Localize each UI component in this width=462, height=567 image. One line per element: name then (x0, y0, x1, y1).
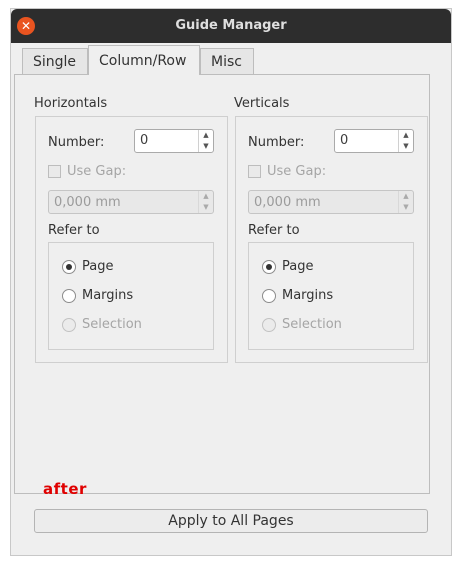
after-annotation: after (43, 480, 87, 498)
spin-arrows[interactable]: ▲ ▼ (398, 191, 413, 213)
horizontals-gap-input[interactable]: 0,000 mm ▲ ▼ (48, 190, 214, 214)
verticals-number-value: 0 (340, 133, 349, 148)
spin-arrows[interactable]: ▲ ▼ (198, 130, 213, 152)
verticals-margins-radio[interactable] (262, 289, 276, 303)
verticals-refer-to-label: Refer to (248, 223, 300, 238)
horizontals-number-label: Number: (48, 135, 105, 150)
chevron-up-icon[interactable]: ▲ (399, 191, 413, 202)
horizontals-selection-radio[interactable] (62, 318, 76, 332)
verticals-use-gap-label: Use Gap: (267, 164, 327, 179)
chevron-down-icon[interactable]: ▼ (199, 202, 213, 213)
horizontals-selection-label: Selection (82, 317, 142, 332)
horizontals-number-value: 0 (140, 133, 149, 148)
chevron-up-icon[interactable]: ▲ (199, 130, 213, 141)
verticals-selection-label: Selection (282, 317, 342, 332)
horizontals-page-label: Page (82, 259, 114, 274)
chevron-down-icon[interactable]: ▼ (199, 141, 213, 152)
horizontals-gap-value: 0,000 mm (54, 195, 121, 210)
horizontals-use-gap-label: Use Gap: (67, 164, 127, 179)
chevron-up-icon[interactable]: ▲ (399, 130, 413, 141)
chevron-down-icon[interactable]: ▼ (399, 202, 413, 213)
chevron-down-icon[interactable]: ▼ (399, 141, 413, 152)
chevron-up-icon[interactable]: ▲ (199, 191, 213, 202)
horizontals-title: Horizontals (34, 96, 108, 111)
verticals-number-spinbox[interactable]: 0 ▲ ▼ (334, 129, 414, 153)
verticals-use-gap-checkbox[interactable] (248, 165, 261, 178)
horizontals-margins-label: Margins (82, 288, 134, 303)
verticals-gap-value: 0,000 mm (254, 195, 321, 210)
tab-single[interactable]: Single (22, 48, 88, 74)
spin-arrows[interactable]: ▲ ▼ (398, 130, 413, 152)
horizontals-number-spinbox[interactable]: 0 ▲ ▼ (134, 129, 214, 153)
tab-column-row[interactable]: Column/Row (88, 45, 200, 75)
tab-misc[interactable]: Misc (200, 48, 254, 74)
verticals-selection-radio[interactable] (262, 318, 276, 332)
horizontals-use-gap-checkbox[interactable] (48, 165, 61, 178)
verticals-title: Verticals (234, 96, 290, 111)
spin-arrows[interactable]: ▲ ▼ (198, 191, 213, 213)
verticals-number-label: Number: (248, 135, 305, 150)
window-title: Guide Manager (175, 18, 287, 33)
verticals-margins-label: Margins (282, 288, 334, 303)
horizontals-refer-to-label: Refer to (48, 223, 100, 238)
horizontals-page-radio[interactable] (62, 260, 76, 274)
title-bar: ✕ Guide Manager (11, 9, 451, 43)
verticals-gap-input[interactable]: 0,000 mm ▲ ▼ (248, 190, 414, 214)
apply-to-all-pages-button[interactable]: Apply to All Pages (34, 509, 428, 533)
horizontals-margins-radio[interactable] (62, 289, 76, 303)
verticals-page-radio[interactable] (262, 260, 276, 274)
verticals-page-label: Page (282, 259, 314, 274)
